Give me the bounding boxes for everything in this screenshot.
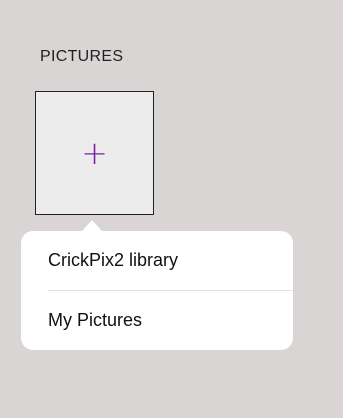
picture-source-popover: CrickPix2 library My Pictures — [21, 231, 293, 350]
plus-icon: + — [81, 134, 108, 172]
menu-item-crickpix2-library[interactable]: CrickPix2 library — [21, 231, 293, 290]
menu-item-my-pictures[interactable]: My Pictures — [21, 291, 293, 350]
section-title-pictures: PICTURES — [40, 48, 124, 65]
menu-item-label: CrickPix2 library — [48, 250, 179, 270]
menu-item-label: My Pictures — [48, 310, 143, 330]
add-picture-tile[interactable]: + — [35, 91, 154, 215]
popover-arrow — [82, 220, 102, 231]
